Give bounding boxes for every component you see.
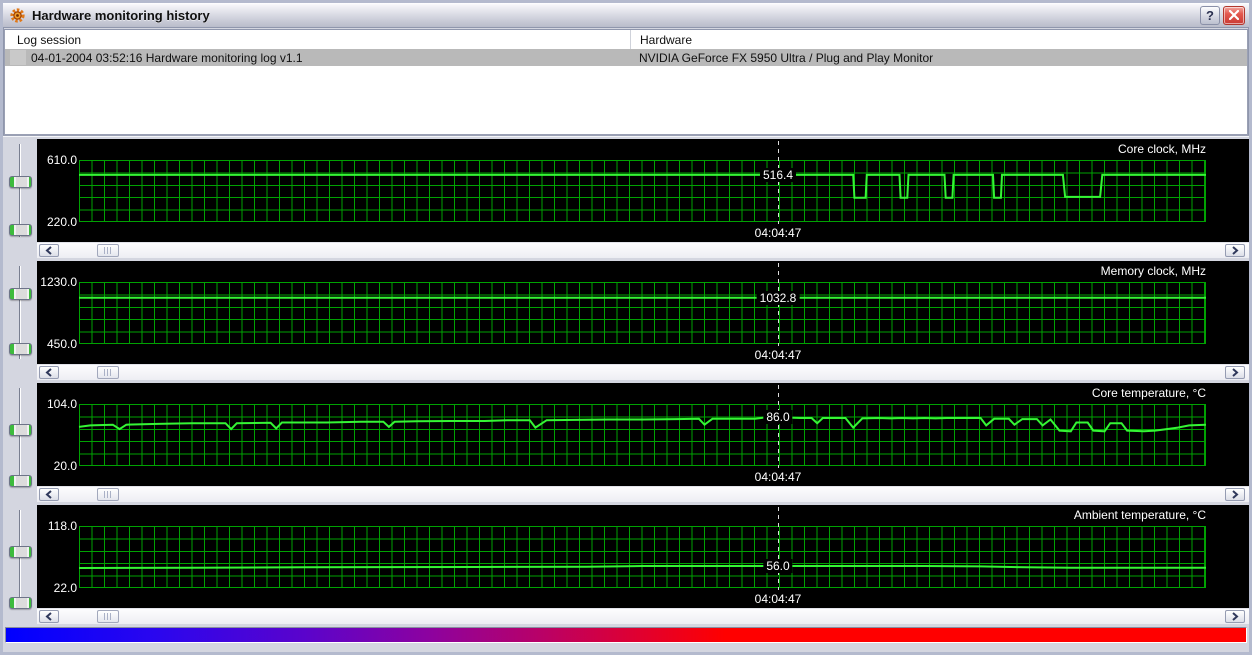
range-slider	[3, 261, 37, 364]
log-session-row[interactable]: 04-01-2004 03:52:16 Hardware monitoring …	[5, 49, 1247, 66]
chart-panel-core-temperature: Core temperature, °C 104.0 20.0 86.0 04:…	[3, 383, 1249, 502]
y-min-label: 220.0	[46, 215, 77, 229]
chart-area: Memory clock, MHz 1230.0 450.0 1032.8 04…	[37, 261, 1249, 364]
slider-upper-thumb[interactable]	[9, 546, 32, 558]
window-title: Hardware monitoring history	[32, 7, 210, 23]
data-trace	[79, 296, 1206, 299]
slider-lower-thumb[interactable]	[9, 597, 32, 609]
app-window: Hardware monitoring history ? Log sessio…	[0, 0, 1252, 655]
grip-lines-icon	[103, 491, 113, 498]
data-trace	[78, 416, 1207, 433]
cursor-time-label: 04:04:47	[752, 348, 804, 362]
data-trace	[78, 565, 1206, 569]
scroll-right-button[interactable]	[1225, 366, 1245, 379]
chart-title: Memory clock, MHz	[1100, 264, 1206, 278]
scroll-left-button[interactable]	[39, 610, 59, 623]
scroll-left-button[interactable]	[39, 244, 59, 257]
scroll-right-button[interactable]	[1225, 244, 1245, 257]
cursor-value-label: 1032.8	[756, 291, 800, 305]
gear-icon	[9, 7, 26, 24]
slider-lower-thumb[interactable]	[9, 224, 32, 236]
column-header-log-session[interactable]: Log session	[5, 30, 630, 49]
chevron-right-icon	[1232, 612, 1239, 621]
cursor-time-label: 04:04:47	[752, 592, 804, 606]
chevron-left-icon	[45, 368, 52, 377]
chart-area: Core temperature, °C 104.0 20.0 86.0 04:…	[37, 383, 1249, 486]
cursor-value-label: 516.4	[759, 168, 797, 182]
chart-hscrollbar	[37, 364, 1249, 380]
chart-hscrollbar	[37, 242, 1249, 258]
chart-area: Ambient temperature, °C 118.0 22.0 56.0 …	[37, 505, 1249, 608]
y-min-label: 450.0	[46, 337, 77, 351]
titlebar: Hardware monitoring history ?	[3, 3, 1249, 28]
chart-panel-ambient-temperature: Ambient temperature, °C 118.0 22.0 56.0 …	[3, 505, 1249, 624]
chart-title: Ambient temperature, °C	[1073, 508, 1206, 522]
y-min-label: 20.0	[53, 459, 77, 473]
slider-upper-thumb[interactable]	[9, 288, 32, 300]
chevron-left-icon	[45, 490, 52, 499]
grip-lines-icon	[103, 369, 113, 376]
chart-title: Core clock, MHz	[1117, 142, 1206, 156]
chart-title: Core temperature, °C	[1091, 386, 1206, 400]
chevron-right-icon	[1232, 246, 1239, 255]
chevron-right-icon	[1232, 368, 1239, 377]
list-header: Log session Hardware	[5, 30, 1247, 49]
scroll-right-button[interactable]	[1225, 610, 1245, 623]
scroll-right-button[interactable]	[1225, 488, 1245, 501]
scroll-left-button[interactable]	[39, 366, 59, 379]
chart-area: Core clock, MHz 610.0 220.0 516.4 04:04:…	[37, 139, 1249, 242]
log-session-cell: 04-01-2004 03:52:16 Hardware monitoring …	[31, 50, 303, 65]
slider-lower-thumb[interactable]	[9, 475, 32, 487]
y-max-label: 118.0	[47, 519, 77, 533]
range-slider	[3, 139, 37, 242]
chevron-left-icon	[45, 246, 52, 255]
hardware-cell: NVIDIA GeForce FX 5950 Ultra / Plug and …	[639, 50, 934, 65]
range-slider	[3, 505, 37, 609]
grip-lines-icon	[103, 247, 113, 254]
y-max-label: 1230.0	[40, 275, 77, 289]
scrollbar-thumb[interactable]	[97, 488, 119, 501]
cursor-value-label: 86.0	[763, 410, 793, 424]
slider-upper-thumb[interactable]	[9, 424, 32, 436]
scrollbar-thumb[interactable]	[97, 244, 119, 257]
y-min-label: 22.0	[53, 581, 77, 595]
temperature-gradient-bar	[5, 627, 1247, 643]
x-close-icon	[1229, 10, 1239, 20]
cursor-time-label: 04:04:47	[752, 226, 804, 240]
charts-region: Core clock, MHz 610.0 220.0 516.4 04:04:…	[3, 135, 1249, 652]
row-lead-cell	[10, 50, 26, 65]
close-button[interactable]	[1223, 5, 1245, 25]
y-max-label: 104.0	[46, 397, 77, 411]
slider-lower-thumb[interactable]	[9, 343, 32, 355]
scrollbar-thumb[interactable]	[97, 610, 119, 623]
cursor-value-label: 56.0	[763, 559, 793, 573]
chart-hscrollbar	[37, 486, 1249, 502]
chart-hscrollbar	[37, 608, 1249, 624]
range-slider	[3, 383, 37, 487]
chart-panel-memory-clock: Memory clock, MHz 1230.0 450.0 1032.8 04…	[3, 261, 1249, 380]
data-trace	[79, 173, 1206, 199]
y-max-label: 610.0	[46, 153, 77, 167]
grip-lines-icon	[103, 613, 113, 620]
scrollbar-thumb[interactable]	[97, 366, 119, 379]
scroll-left-button[interactable]	[39, 488, 59, 501]
slider-upper-thumb[interactable]	[9, 176, 32, 188]
help-button[interactable]: ?	[1200, 5, 1220, 25]
chevron-left-icon	[45, 612, 52, 621]
cursor-time-label: 04:04:47	[752, 470, 804, 484]
column-header-hardware[interactable]: Hardware	[630, 30, 1247, 49]
log-session-list: Log session Hardware 04-01-2004 03:52:16…	[4, 29, 1248, 135]
chart-panel-core-clock: Core clock, MHz 610.0 220.0 516.4 04:04:…	[3, 139, 1249, 258]
chevron-right-icon	[1232, 490, 1239, 499]
